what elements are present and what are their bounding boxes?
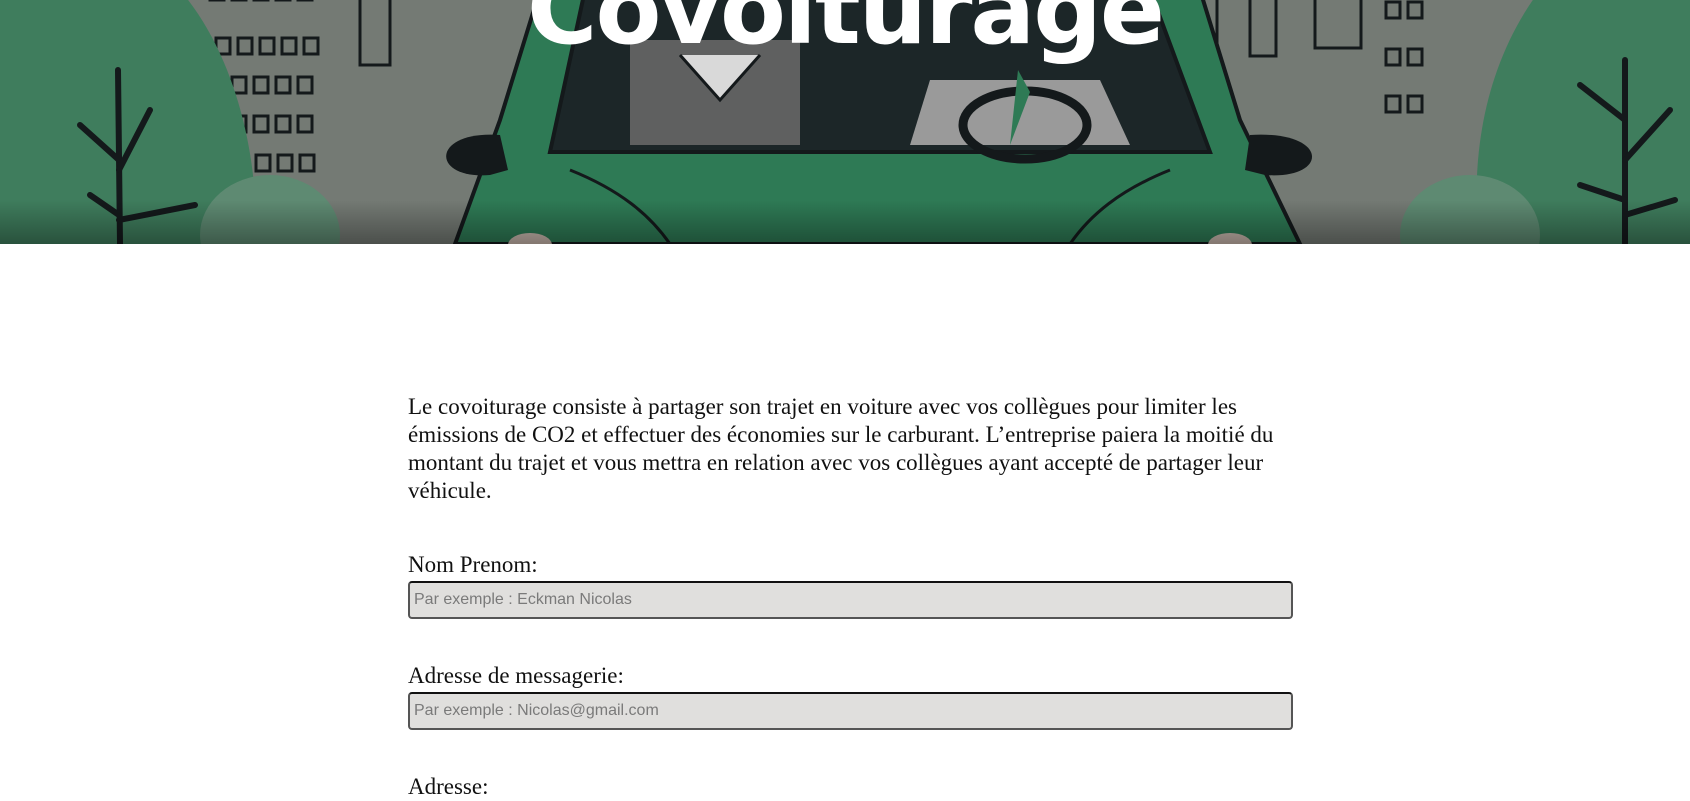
intro-paragraph: Le covoiturage consiste à partager son t… [408, 394, 1274, 503]
email-label: Adresse de messagerie: [408, 663, 624, 688]
page-title: Covoiturage [526, 0, 1165, 66]
address-label: Adresse: [408, 774, 489, 799]
address-field-group: Adresse: [408, 773, 488, 801]
email-field-group: Adresse de messagerie: [408, 662, 1293, 730]
hero-banner: Covoiturage [0, 0, 1690, 244]
main-content: Le covoiturage consiste à partager son t… [408, 393, 1318, 799]
name-label: Nom Prenom: [408, 552, 538, 577]
name-field-group: Nom Prenom: [408, 551, 1293, 619]
email-input[interactable] [408, 692, 1293, 730]
name-input[interactable] [408, 581, 1293, 619]
